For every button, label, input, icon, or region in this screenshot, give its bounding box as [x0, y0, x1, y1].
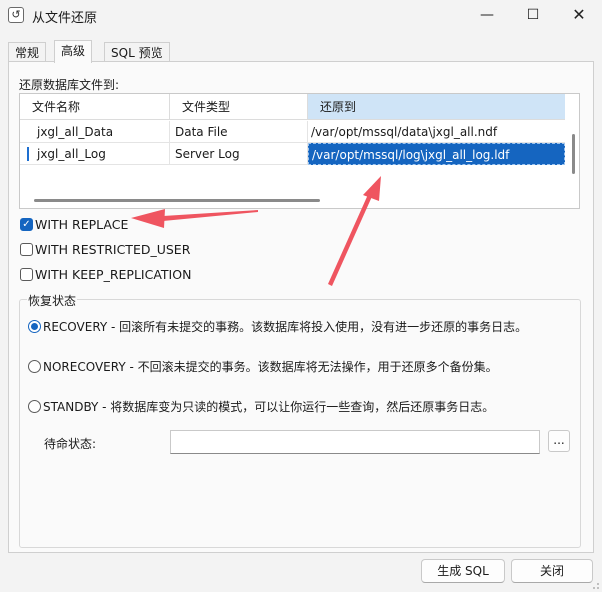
cell-file-name[interactable]: jxgl_all_Data [20, 121, 170, 143]
vertical-scrollbar[interactable] [572, 134, 575, 174]
with-restricted-user-label: WITH RESTRICTED_USER [35, 242, 191, 257]
with-keep-replication-label: WITH KEEP_REPLICATION [35, 267, 192, 282]
table-row[interactable]: jxgl_all_Log Server Log /var/opt/mssql/l… [20, 143, 565, 165]
maximize-button[interactable]: ☐ [510, 0, 556, 32]
cell-restore-to-selected[interactable]: /var/opt/mssql/log\jxgl_all_log.ldf [308, 143, 565, 165]
with-replace-label: WITH REPLACE [35, 217, 129, 232]
checkbox-box [20, 268, 33, 281]
recovery-label: RECOVERY - 回滚所有未提交的事務。该数据库将投入使用，没有进一步还原的… [43, 320, 528, 334]
checkmark-icon: ✓ [20, 218, 33, 231]
tab-sql-preview[interactable]: SQL 预览 [104, 42, 170, 63]
restore-icon: ↺ [8, 7, 24, 23]
cell-file-name[interactable]: jxgl_all_Log [20, 143, 170, 165]
restore-files-grid[interactable]: 文件名称 文件类型 还原到 jxgl_all_Data Data File /v… [19, 93, 580, 209]
horizontal-scrollbar[interactable] [34, 199, 320, 202]
files-section-label: 还原数据库文件到: [19, 78, 120, 92]
window-title: 从文件还原 [32, 11, 98, 26]
close-window-button[interactable]: ✕ [556, 0, 602, 32]
title-bar: ↺ 从文件还原 — ☐ ✕ [0, 0, 602, 32]
cell-file-type[interactable]: Data File [170, 121, 308, 143]
tab-general[interactable]: 常规 [8, 42, 47, 63]
cell-restore-to[interactable]: /var/opt/mssql/data\jxgl_all.ndf [308, 121, 565, 143]
generate-sql-button[interactable]: 生成 SQL [421, 559, 505, 583]
standby-label: STANDBY - 将数据库变为只读的模式，可以让你运行一些查询，然后还原事务日… [43, 400, 495, 414]
tab-advanced[interactable]: 高级 [54, 40, 93, 63]
radio-selected-icon [28, 320, 41, 333]
browse-button[interactable]: ... [548, 430, 570, 452]
radio-icon [28, 400, 41, 413]
standby-file-label: 待命状态: [44, 437, 97, 451]
minimize-button[interactable]: — [464, 0, 510, 32]
standby-file-input[interactable] [170, 430, 540, 454]
radio-icon [28, 360, 41, 373]
column-header-file-type[interactable]: 文件类型 [170, 94, 308, 120]
recovery-state-group [19, 299, 581, 548]
table-row[interactable]: jxgl_all_Data Data File /var/opt/mssql/d… [20, 121, 565, 143]
cell-file-type[interactable]: Server Log [170, 143, 308, 165]
column-header-file-name[interactable]: 文件名称 [20, 94, 170, 120]
recovery-state-title: 恢复状态 [27, 292, 78, 309]
checkbox-box [20, 243, 33, 256]
column-header-restore-to[interactable]: 还原到 [308, 94, 565, 120]
resize-grip-icon[interactable] [592, 582, 600, 590]
norecovery-label: NORECOVERY - 不回滚未提交的事务。该数据库将无法操作，用于还原多个备… [43, 360, 498, 374]
close-button[interactable]: 关闭 [511, 559, 593, 583]
